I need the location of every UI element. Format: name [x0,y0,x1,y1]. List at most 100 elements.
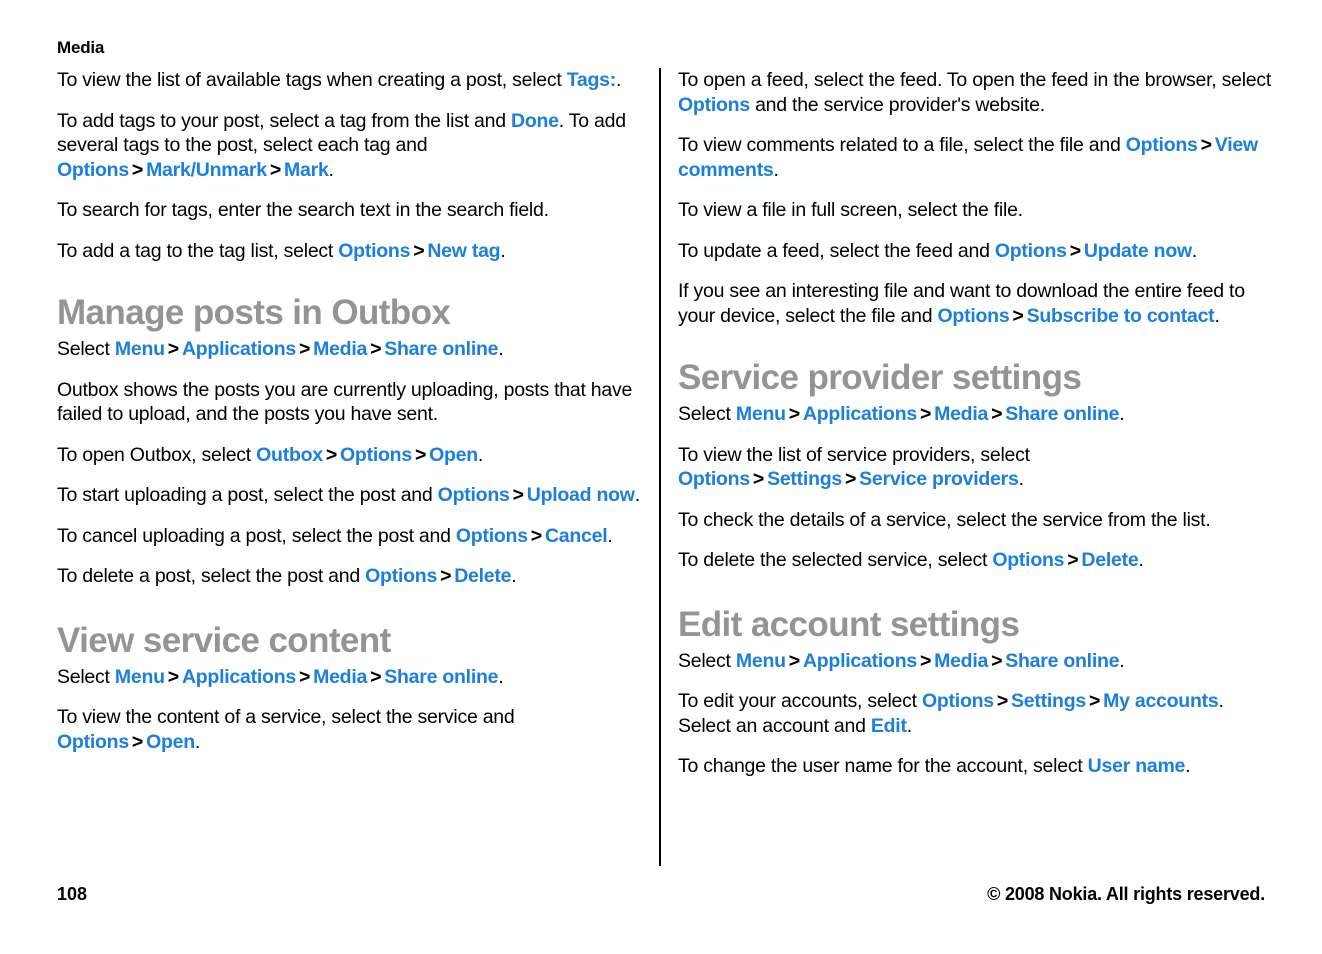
ui-keyword: Applications [181,338,296,360]
text-run: . [498,665,504,688]
text-run: To open a feed, select the feed. To open… [678,69,1272,91]
paragraph-p2: To add tags to your post, select a tag f… [57,109,652,183]
paragraph-vs1: Select Menu > Applications > Media > Share onl… [57,665,652,690]
manual-page: Media To view the list of available tags… [0,0,1322,954]
ui-keyword: Menu [114,665,165,688]
ui-keyword: Applications [802,403,917,425]
section-heading-manage-posts-in-outbox: Manage posts in Outbox [57,293,451,332]
text-run: To cancel uploading a post, select the p… [57,524,456,547]
breadcrumb-separator-icon: > [413,239,425,262]
paragraph-sp4: To delete the selected service, select O… [678,548,1273,573]
two-column-body: To view the list of available tags when … [0,68,1322,868]
ui-keyword: Tags: [566,69,617,91]
text-run: Outbox shows the posts you are currently… [57,378,633,426]
text-run: To view the list of available tags when … [57,69,567,91]
right-column: To open a feed, select the feed. To open… [678,68,1273,779]
ui-keyword: Delete [1081,549,1139,571]
breadcrumb-separator-icon: > [440,565,452,587]
text-run: To delete the selected service, select [678,549,993,571]
breadcrumb-separator-icon: > [167,665,179,688]
paragraph-p3: To search for tags, enter the search tex… [57,198,652,223]
paragraph-r3: To view a file in full screen, select th… [678,198,1273,223]
text-run: To delete a post, select the post and [57,565,366,587]
ui-keyword: Share online [1005,403,1120,425]
text-run: . [1018,468,1024,490]
paragraph-r2: To view comments related to a file, sele… [678,133,1273,182]
breadcrumb-separator-icon: > [991,649,1003,672]
text-run: To view the list of service providers, s… [678,443,1030,466]
paragraph-r4: To update a feed, select the feed and Op… [678,239,1273,264]
ui-keyword: Options [992,549,1065,571]
ui-keyword: Applications [181,665,296,688]
text-run: . [194,730,201,753]
paragraph-ea3: To change the user name for the account,… [678,754,1273,779]
ui-keyword: Options [937,304,1010,327]
breadcrumb-separator-icon: > [325,443,338,466]
text-run: To add tags to your post, select a tag f… [57,109,512,132]
paragraph-mp3: To open Outbox, select Outbox > Options > Op… [57,443,652,468]
breadcrumb-separator-icon: > [1067,549,1079,571]
text-run: . [773,158,779,181]
breadcrumb-separator-icon: > [131,158,144,181]
breadcrumb-separator-icon: > [788,403,800,425]
breadcrumb-separator-icon: > [1200,134,1212,156]
ui-keyword: Options [365,565,438,587]
ui-keyword: Options [1125,134,1198,156]
ui-keyword: Options [994,239,1067,262]
ui-keyword: Subscribe to contact [1026,304,1215,327]
breadcrumb-separator-icon: > [131,730,144,753]
ui-keyword: Settings [767,468,842,490]
text-run: To update a feed, select the feed and [678,239,995,262]
paragraph-sp2: To view the list of service providers, s… [678,443,1273,492]
text-run: Select [57,338,115,360]
paragraph-mp6: To delete a post, select the post and Op… [57,564,652,589]
ui-keyword: Options [678,93,750,116]
ui-keyword: Settings [1011,690,1086,712]
breadcrumb-separator-icon: > [370,338,382,360]
ui-keyword: User name [1087,755,1186,777]
ui-keyword: Delete [454,565,512,587]
text-run: . [1119,403,1125,425]
ui-keyword: New tag [427,239,501,262]
text-run: Select [57,665,115,688]
ui-keyword: Cancel [544,524,608,547]
text-run: Select [678,649,736,672]
text-run: . [511,565,517,587]
ui-keyword: Open [429,443,478,466]
ui-keyword: Media [934,649,989,672]
ui-keyword: Menu [735,649,786,672]
text-run: . [616,69,622,91]
paragraph-ea2: To edit your accounts, select Options > Se… [678,689,1273,738]
breadcrumb-separator-icon: > [996,690,1009,712]
text-run: To search for tags, enter the search tex… [57,199,549,221]
text-run: To open Outbox, select [57,443,257,466]
paragraph-mp5: To cancel uploading a post, select the p… [57,524,652,549]
text-run: To view comments related to a file, sele… [678,134,1126,156]
ui-keyword: Edit [870,714,907,737]
breadcrumb-separator-icon: > [919,649,932,672]
text-run: . [1214,304,1220,327]
ui-keyword: Media [313,665,368,688]
text-run: To add a tag to the tag list, select [57,239,339,262]
left-column: To view the list of available tags when … [57,68,652,754]
text-run: To view a file in full screen, select th… [678,199,1023,221]
breadcrumb-separator-icon: > [1012,304,1024,327]
text-run: To start uploading a post, select the po… [57,484,438,506]
paragraph-r1: To open a feed, select the feed. To open… [678,68,1273,117]
ui-keyword: Mark [284,158,329,181]
text-run: and the service provider's website. [749,93,1045,116]
text-run: . [498,338,504,360]
paragraph-mp1: Select Menu > Applications > Media > Share onl… [57,337,652,362]
breadcrumb-separator-icon: > [845,468,857,490]
text-run: . [634,484,640,506]
breadcrumb-separator-icon: > [530,524,542,547]
paragraph-r5: If you see an interesting file and want … [678,279,1273,328]
breadcrumb-separator-icon: > [298,665,311,688]
paragraph-vs2: To view the content of a service, select… [57,705,652,754]
breadcrumb-separator-icon: > [919,403,932,425]
text-run: To edit your accounts, select [678,690,922,712]
text-run: . [1185,755,1191,777]
text-run: . [906,714,912,737]
ui-keyword: Service providers [859,468,1019,490]
ui-keyword: Options [57,158,129,181]
